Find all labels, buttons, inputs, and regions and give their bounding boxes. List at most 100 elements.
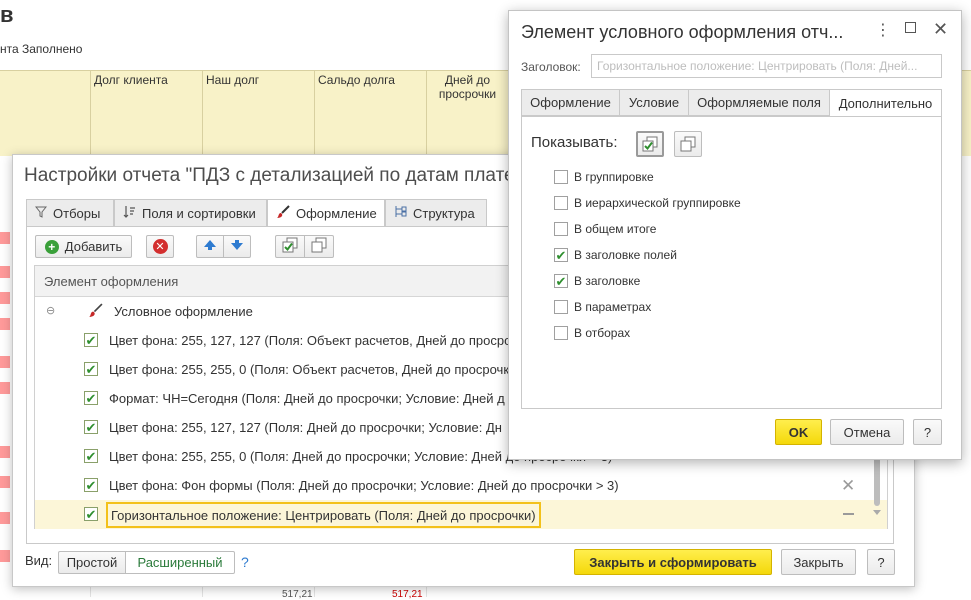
header-client-debt: Долг клиента (90, 71, 202, 157)
header-input[interactable]: Горизонтальное положение: Центрировать (… (591, 54, 942, 78)
move-down-button[interactable] (223, 235, 251, 258)
tab-filters[interactable]: Отборы (26, 199, 114, 226)
report-subtitle-fragment: нта Заполнено (0, 42, 83, 56)
row-checkbox[interactable]: ✔ (84, 391, 98, 405)
tab-condition[interactable]: Условие (619, 89, 689, 116)
view-label: Вид: (25, 553, 53, 568)
tab-structure[interactable]: Структура (385, 199, 487, 226)
row-checkbox[interactable]: ✔ (84, 507, 98, 521)
row-marker (0, 266, 10, 278)
uncheck-all-button[interactable] (674, 131, 702, 157)
uncheck-all-icon (311, 237, 327, 256)
help-button[interactable]: ? (913, 419, 942, 445)
tab-label: Структура (413, 205, 475, 221)
option-checkbox[interactable] (554, 300, 568, 314)
row-marker (0, 382, 10, 394)
tab-label: Поля и сортировки (142, 205, 256, 221)
tab-label: Условие (628, 95, 680, 110)
tab-label: Оформление (530, 95, 611, 110)
row-checkbox[interactable]: ✔ (84, 449, 98, 463)
help-label: ? (923, 424, 932, 440)
row-marker (0, 232, 10, 244)
cancel-label: Отмена (843, 424, 891, 440)
close-and-generate-label: Закрыть и сформировать (589, 554, 757, 570)
tab-label: Оформляемые поля (697, 95, 821, 110)
report-value: 517,21 (392, 589, 423, 600)
check-all-icon (282, 237, 298, 256)
help-button[interactable]: ? (867, 549, 895, 575)
view-extended-button[interactable]: Расширенный (125, 551, 235, 574)
remove-row-icon[interactable]: ✕ (841, 476, 855, 496)
close-button[interactable]: Закрыть (781, 549, 856, 575)
close-label: Закрыть (793, 554, 844, 570)
close-icon[interactable]: ✕ (933, 19, 948, 40)
plus-icon: + (44, 239, 59, 254)
row-checkbox[interactable]: ✔ (84, 478, 98, 492)
view-simple-label: Простой (66, 555, 118, 570)
uncheck-all-button[interactable] (304, 235, 334, 258)
option-checkbox[interactable] (554, 326, 568, 340)
option-checkbox[interactable]: ✔ (554, 274, 568, 288)
more-icon[interactable]: ⋮ (875, 20, 891, 40)
option-checkbox[interactable] (554, 222, 568, 236)
option-label: В группировке (574, 170, 654, 184)
header-label: Заголовок: (521, 60, 581, 74)
cancel-button[interactable]: Отмена (830, 419, 904, 445)
row-marker (0, 476, 10, 488)
uncheck-all-icon (680, 136, 696, 152)
row-marker (0, 356, 10, 368)
option-checkbox[interactable] (554, 170, 568, 184)
arrow-down-icon (230, 239, 244, 254)
header-days-to-overdue: Дней до просрочки (426, 71, 508, 157)
help-link[interactable]: ? (241, 554, 249, 570)
add-button-label: Добавить (64, 239, 123, 254)
tab-appearance[interactable]: Оформление (521, 89, 620, 116)
tab-appearance[interactable]: Оформление (267, 199, 385, 227)
filter-icon (34, 206, 48, 221)
sort-icon (123, 205, 136, 221)
option-label: В отборах (574, 326, 631, 340)
option-label: В заголовке полей (574, 248, 677, 262)
tab-formatted-fields[interactable]: Оформляемые поля (688, 89, 830, 116)
tab-fields-sorting[interactable]: Поля и сортировки (114, 199, 267, 226)
ok-button[interactable]: OK (775, 419, 822, 445)
row-text: Цвет фона: 255, 255, 0 (Поля: Объект рас… (109, 362, 510, 377)
row-text-editing[interactable]: Горизонтальное положение: Центрировать (… (106, 502, 541, 528)
maximize-icon[interactable] (905, 22, 916, 33)
scroll-down-icon[interactable] (873, 510, 881, 515)
additional-panel: Показывать: В группировке В иерархическо… (521, 116, 942, 409)
row-text: Цвет фона: Фон формы (Поля: Дней до прос… (109, 478, 619, 493)
brush-icon (276, 205, 290, 222)
row-marker (0, 512, 10, 524)
tab-additional[interactable]: Дополнительно (829, 89, 942, 117)
option-checkbox[interactable] (554, 196, 568, 210)
ok-label: OK (788, 424, 809, 440)
check-all-icon (642, 136, 658, 152)
report-value: 517,21 (282, 589, 313, 600)
table-row[interactable]: ✔ Цвет фона: Фон формы (Поля: Дней до пр… (35, 471, 887, 500)
row-text: Формат: ЧН=Сегодня (Поля: Дней до просро… (109, 391, 505, 406)
view-simple-button[interactable]: Простой (58, 551, 126, 574)
row-checkbox[interactable]: ✔ (84, 420, 98, 434)
delete-button[interactable]: ✕ (146, 235, 174, 258)
tab-label: Оформление (296, 206, 377, 221)
delete-icon: ✕ (152, 239, 168, 254)
row-text: Цвет фона: 255, 127, 127 (Поля: Дней до … (109, 420, 502, 435)
view-extended-label: Расширенный (137, 555, 223, 570)
row-marker (0, 318, 10, 330)
help-label: ? (877, 554, 885, 570)
row-checkbox[interactable]: ✔ (84, 362, 98, 376)
option-checkbox[interactable]: ✔ (554, 248, 568, 262)
check-all-button[interactable] (636, 131, 664, 157)
move-up-button[interactable] (196, 235, 224, 258)
add-button[interactable]: + Добавить (35, 235, 132, 258)
row-text: Цвет фона: 255, 127, 127 (Поля: Объект р… (109, 333, 518, 348)
row-marker (0, 292, 10, 304)
row-checkbox[interactable]: ✔ (84, 333, 98, 347)
close-and-generate-button[interactable]: Закрыть и сформировать (574, 549, 772, 575)
table-row-selected[interactable]: ✔ Горизонтальное положение: Центрировать… (35, 500, 887, 529)
check-all-button[interactable] (275, 235, 305, 258)
header-debt-balance: Сальдо долга (314, 71, 426, 157)
collapse-icon[interactable]: ⊖ (46, 304, 55, 317)
minus-icon[interactable] (843, 513, 854, 515)
